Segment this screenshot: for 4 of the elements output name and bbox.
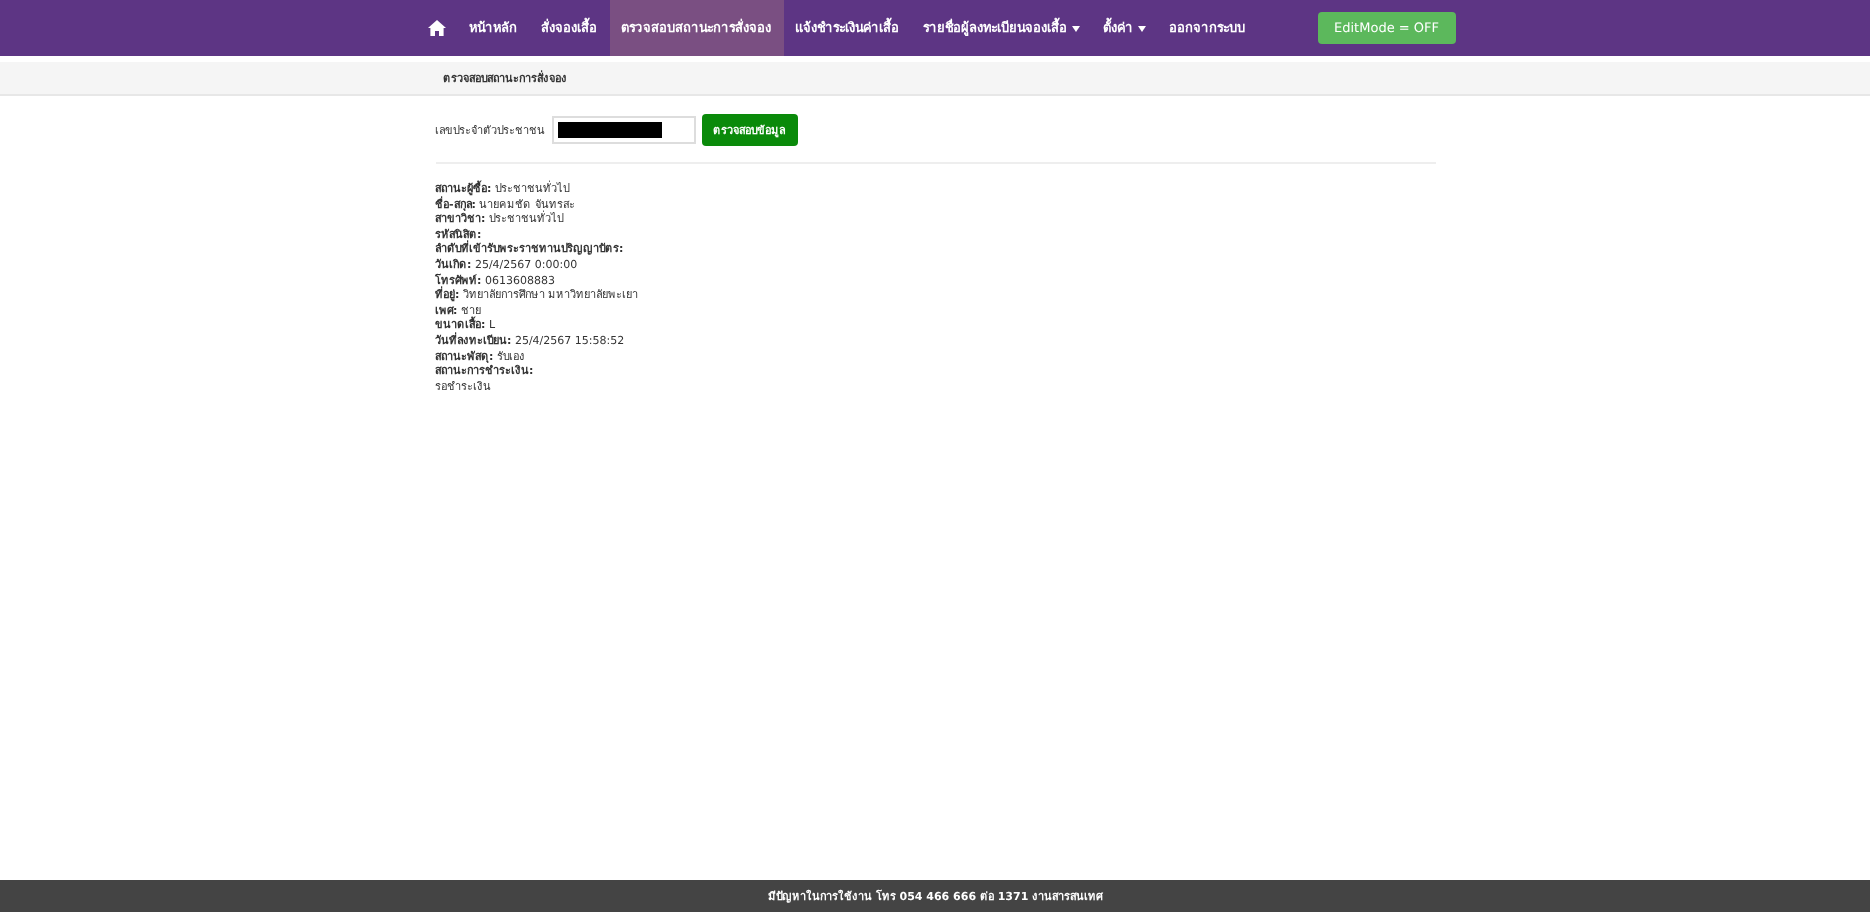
caret-icon xyxy=(1071,25,1079,31)
caret-icon xyxy=(1137,25,1145,31)
id-input-field[interactable] xyxy=(551,116,695,144)
home-icon xyxy=(427,20,445,36)
